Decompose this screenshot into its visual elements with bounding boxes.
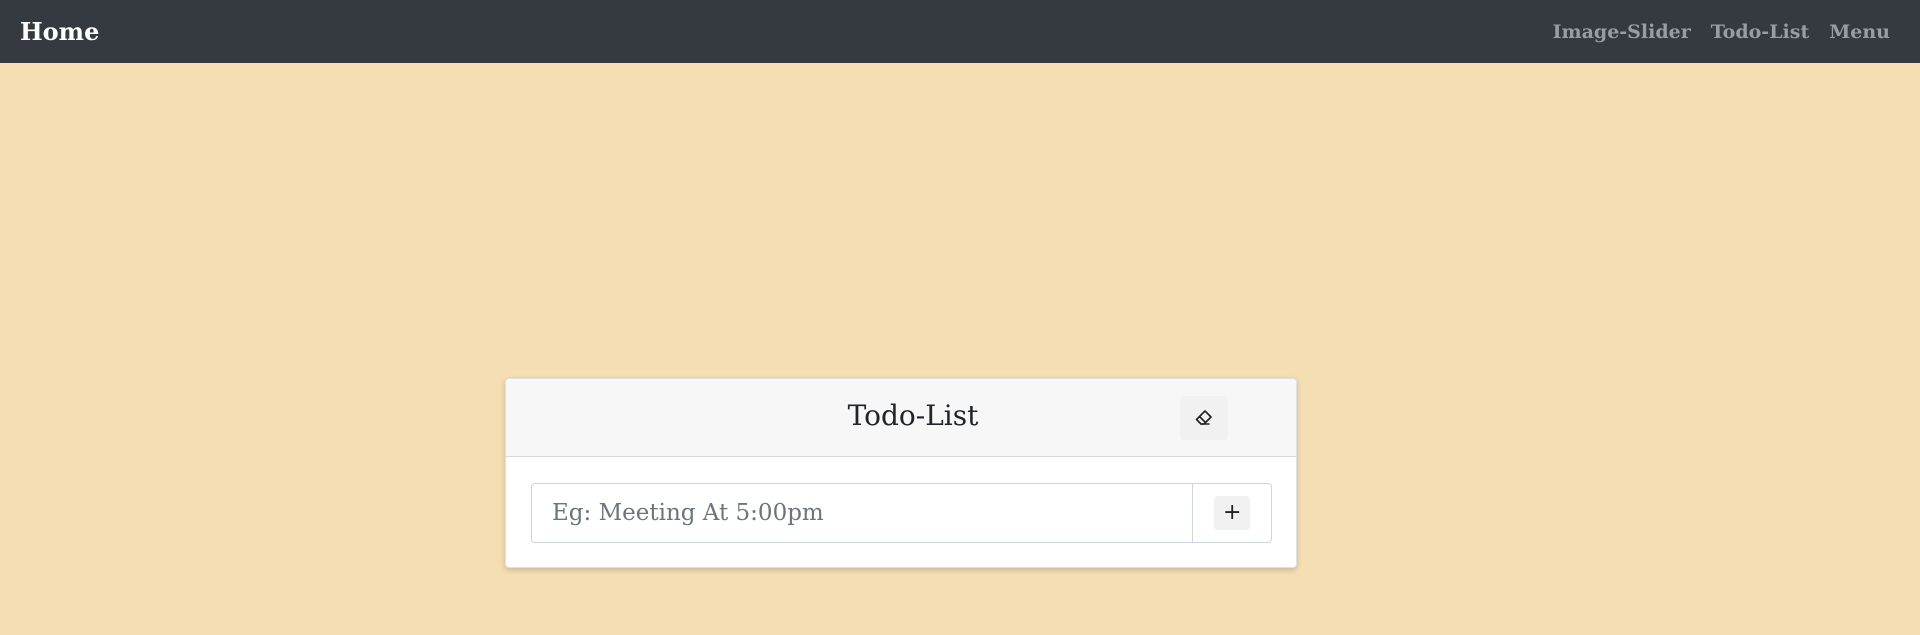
todo-input-group: +	[531, 483, 1272, 543]
nav-link-todo-list[interactable]: Todo-List	[1711, 21, 1810, 43]
clear-all-button[interactable]	[1180, 396, 1228, 440]
nav-link-image-slider[interactable]: Image-Slider	[1553, 21, 1691, 43]
nav-links: Image-Slider Todo-List Menu	[1553, 21, 1900, 43]
brand-home-link[interactable]: Home	[20, 17, 99, 46]
nav-link-menu[interactable]: Menu	[1829, 21, 1890, 43]
top-navbar: Home Image-Slider Todo-List Menu	[0, 0, 1920, 63]
todo-title: Todo-List	[847, 399, 979, 432]
todo-card: Todo-List +	[505, 378, 1297, 568]
todo-input[interactable]	[531, 483, 1194, 543]
add-button-wrapper: +	[1193, 483, 1272, 543]
eraser-icon	[1194, 408, 1214, 429]
todo-card-header: Todo-List	[506, 379, 1296, 457]
add-todo-button[interactable]: +	[1214, 496, 1251, 530]
